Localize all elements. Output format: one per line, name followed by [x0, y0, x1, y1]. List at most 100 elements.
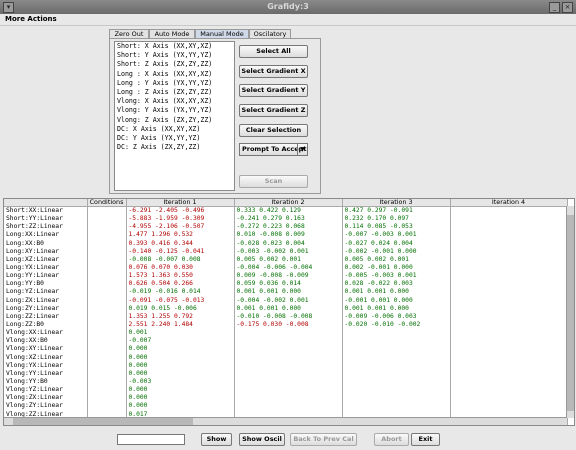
iteration-cell: -0.003	[126, 377, 235, 387]
column-header[interactable]: Iteration 2	[234, 199, 343, 207]
table-row[interactable]: Long:ZX:Linear -0.091 -0.075 -0.013 -0.004…	[4, 296, 568, 305]
table-row[interactable]: Vlong:YY:Linear 0.000	[4, 369, 568, 378]
menu-more-actions[interactable]: More Actions	[5, 15, 57, 23]
row-label-cell: Long:ZZ:B0	[4, 320, 88, 330]
empty-cell	[87, 369, 127, 378]
iteration-cell	[234, 353, 343, 362]
iteration-cell: 0.002 -0.001 0.000	[342, 263, 451, 273]
column-header[interactable]: Iteration 1	[126, 199, 235, 207]
tab-zero-out[interactable]: Zero Out	[109, 29, 149, 38]
table-row[interactable]: Long:XX:Linear 1.477 1.296 0.532 0.010 -0.…	[4, 231, 568, 240]
chevron-down-icon[interactable]: ▼	[297, 144, 307, 155]
iteration-cell: -0.272 0.223 0.068	[234, 223, 343, 232]
table-row[interactable]: Short:ZZ:Linear -4.955 -2.106 -0.507 -0.27…	[4, 223, 568, 232]
axis-list-item[interactable]: Short: Y Axis (YX,YY,YZ)	[115, 51, 234, 60]
axis-list-item[interactable]: Long : Z Axis (ZX,ZY,ZZ)	[115, 88, 234, 97]
table-row[interactable]: Long:YX:Linear 0.076 0.070 0.030 -0.004 -0…	[4, 263, 568, 273]
empty-cell	[87, 239, 127, 248]
minimize-icon[interactable]: _	[549, 2, 560, 13]
tab-manual-mode[interactable]: Manual Mode	[195, 29, 249, 38]
accept-mode-select[interactable]: Prompt To Accept ▼	[239, 143, 308, 156]
axis-list-item[interactable]: DC: X Axis (XX,XY,XZ)	[115, 125, 234, 134]
table-row[interactable]: Long:ZZ:B0 2.551 2.240 1.484 -0.175 0.030 …	[4, 320, 568, 330]
empty-cell	[450, 377, 568, 387]
empty-cell	[450, 296, 568, 305]
iteration-cell	[342, 377, 451, 387]
row-label-cell: Vlong:XX:Linear	[4, 329, 88, 338]
iteration-cell: 2.551 2.240 1.484	[126, 320, 235, 330]
table-row[interactable]: Vlong:XY:Linear 0.000	[4, 345, 568, 354]
window-menu-icon[interactable]: ▾	[3, 2, 14, 13]
text-input[interactable]	[117, 434, 185, 445]
table-row[interactable]: Vlong:XX:B0 -0.007	[4, 337, 568, 346]
table-row[interactable]: Long:YZ:Linear -0.019 -0.016 0.014 0.001 0…	[4, 288, 568, 297]
axis-list[interactable]: Short: X Axis (XX,XY,XZ) Short: Y Axis (Y…	[114, 41, 235, 191]
tab-oscilatory[interactable]: Oscilatory	[249, 29, 291, 38]
horizontal-scroll-thumb[interactable]	[13, 418, 193, 425]
iteration-cell: 0.010 -0.008 0.009	[234, 231, 343, 240]
table-row[interactable]: Long:YY:B0 0.626 0.504 0.266 0.059 0.036 0…	[4, 280, 568, 289]
show-button[interactable]: Show	[201, 433, 232, 446]
table-row[interactable]: Vlong:YY:B0 -0.003	[4, 377, 568, 387]
select-gradient-y-button[interactable]: Select Gradient Y	[239, 84, 308, 97]
vertical-scroll-thumb[interactable]	[567, 215, 574, 411]
scan-button[interactable]: Scan	[239, 175, 308, 188]
table-row[interactable]: Long:XZ:Linear -0.008 -0.007 0.008 0.005 0…	[4, 255, 568, 264]
column-header[interactable]: Iteration 3	[342, 199, 451, 207]
iteration-cell: 0.000	[126, 402, 235, 411]
exit-button[interactable]: Exit	[411, 433, 440, 446]
table-row[interactable]: Vlong:YX:Linear 0.000	[4, 361, 568, 370]
close-icon[interactable]: ×	[562, 2, 573, 13]
empty-cell	[87, 255, 127, 264]
abort-button[interactable]: Abort	[374, 433, 409, 446]
table-row[interactable]: Short:XX:Linear -6.291 -2.405 -0.496 0.333…	[4, 206, 568, 216]
axis-list-item[interactable]: Vlong: Y Axis (YX,YY,YZ)	[115, 106, 234, 115]
table-row[interactable]: Short:YY:Linear -5.883 -1.959 -0.309 -0.24…	[4, 215, 568, 224]
column-header[interactable]: Iteration 4	[450, 199, 568, 207]
axis-list-item[interactable]: Short: X Axis (XX,XY,XZ)	[115, 42, 234, 51]
manual-mode-panel: Short: X Axis (XX,XY,XZ) Short: Y Axis (Y…	[109, 38, 321, 194]
table-row[interactable]: Long:YY:Linear 1.573 1.363 0.550 0.009 -0.…	[4, 272, 568, 281]
table-row[interactable]: Vlong:XX:Linear 0.001	[4, 329, 568, 338]
empty-cell	[450, 215, 568, 224]
axis-list-item[interactable]: DC: Y Axis (YX,YY,YZ)	[115, 134, 234, 143]
iteration-cell: 1.477 1.296 0.532	[126, 231, 235, 240]
axis-list-item[interactable]: Short: Z Axis (ZX,ZY,ZZ)	[115, 60, 234, 69]
axis-list-item[interactable]: Vlong: X Axis (XX,XY,XZ)	[115, 97, 234, 106]
iteration-cell: -0.019 -0.016 0.014	[126, 288, 235, 297]
select-gradient-x-button[interactable]: Select Gradient X	[239, 65, 308, 78]
table-row[interactable]: Vlong:XZ:Linear 0.000	[4, 353, 568, 362]
select-gradient-z-button[interactable]: Select Gradient Z	[239, 104, 308, 117]
clear-selection-button[interactable]: Clear Selection	[239, 124, 308, 137]
axis-list-item[interactable]: DC: Z Axis (ZX,ZY,ZZ)	[115, 143, 234, 152]
axis-list-item[interactable]: Vlong: Z Axis (ZX,ZY,ZZ)	[115, 116, 234, 125]
empty-cell	[87, 377, 127, 387]
iteration-cell: 0.000	[126, 369, 235, 378]
tab-auto-mode[interactable]: Auto Mode	[149, 29, 195, 38]
horizontal-scrollbar[interactable]	[4, 417, 567, 425]
table-row[interactable]: Long:XX:B0 0.393 0.416 0.344 -0.028 0.023 …	[4, 239, 568, 248]
table-row[interactable]: Long:ZZ:Linear 1.353 1.255 0.792 -0.010 -0…	[4, 312, 568, 321]
table-row[interactable]: Vlong:ZX:Linear 0.000	[4, 394, 568, 403]
empty-cell	[87, 296, 127, 305]
column-header[interactable]	[4, 199, 88, 207]
table-row[interactable]: Vlong:YZ:Linear 0.000	[4, 386, 568, 395]
iteration-cell	[234, 394, 343, 403]
back-to-prev-cal-button[interactable]: Back To Prev Cal	[290, 433, 357, 446]
table-row[interactable]: Vlong:ZY:Linear 0.000	[4, 402, 568, 411]
row-label-cell: Vlong:ZX:Linear	[4, 394, 88, 403]
iteration-cell: -5.883 -1.959 -0.309	[126, 215, 235, 224]
iteration-cell	[342, 329, 451, 338]
iteration-cell: -0.008 -0.007 0.008	[126, 255, 235, 264]
axis-list-item[interactable]: Long : Y Axis (YX,YY,YZ)	[115, 79, 234, 88]
iteration-cell: 0.005 0.002 0.001	[234, 255, 343, 264]
vertical-scrollbar[interactable]	[566, 206, 574, 418]
table-row[interactable]: Long:ZY:Linear 0.019 0.015 -0.006 0.001 0.…	[4, 304, 568, 313]
select-all-button[interactable]: Select All	[239, 45, 308, 58]
table-row[interactable]: Long:XY:Linear -0.140 -0.125 -0.041 -0.003…	[4, 247, 568, 256]
iteration-cell: -0.004 -0.002 0.001	[234, 296, 343, 305]
axis-list-item[interactable]: Long : X Axis (XX,XY,XZ)	[115, 70, 234, 79]
column-header[interactable]: Conditions	[87, 199, 127, 207]
show-oscil-button[interactable]: Show Oscil	[239, 433, 285, 446]
iteration-cell	[342, 394, 451, 403]
